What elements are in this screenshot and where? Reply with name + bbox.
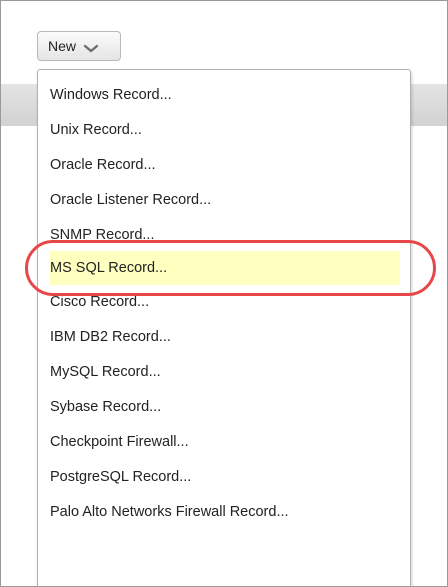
menu-item-label: Oracle Listener Record... <box>50 192 212 208</box>
menu-item-label: Cisco Record... <box>50 294 150 310</box>
menu-item-label: MS SQL Record... <box>50 260 168 276</box>
menu-item-label: Windows Record... <box>50 87 172 103</box>
menu-item-label: Unix Record... <box>50 122 142 138</box>
menu-item-mysql-record[interactable]: MySQL Record... <box>50 355 400 389</box>
menu-item-label: PostgreSQL Record... <box>50 469 192 485</box>
menu-item-unix-record[interactable]: Unix Record... <box>50 113 400 147</box>
new-dropdown-menu: Windows Record... Unix Record... Oracle … <box>37 69 411 586</box>
menu-item-label: IBM DB2 Record... <box>50 329 171 345</box>
menu-item-ms-sql-record[interactable]: MS SQL Record... <box>50 251 400 285</box>
menu-item-sybase-record[interactable]: Sybase Record... <box>50 390 400 424</box>
menu-item-cisco-record[interactable]: Cisco Record... <box>50 285 400 319</box>
menu-item-label: Oracle Record... <box>50 157 156 173</box>
new-button-label: New <box>48 38 77 54</box>
menu-item-label: Sybase Record... <box>50 399 162 415</box>
screenshot-frame: New Windows Record... Unix Record... Ora… <box>0 0 448 587</box>
menu-item-oracle-record[interactable]: Oracle Record... <box>50 148 400 182</box>
new-button[interactable]: New <box>37 31 121 61</box>
chevron-down-icon <box>83 41 99 53</box>
menu-item-checkpoint-firewall[interactable]: Checkpoint Firewall... <box>50 425 400 459</box>
menu-item-label: Palo Alto Networks Firewall Record... <box>50 504 289 520</box>
menu-item-label: MySQL Record... <box>50 364 161 380</box>
menu-item-snmp-record[interactable]: SNMP Record... <box>50 218 400 252</box>
menu-item-oracle-listener-record[interactable]: Oracle Listener Record... <box>50 183 400 217</box>
menu-item-palo-alto-firewall-record[interactable]: Palo Alto Networks Firewall Record... <box>50 495 400 529</box>
menu-item-label: SNMP Record... <box>50 227 155 243</box>
menu-item-label: Checkpoint Firewall... <box>50 434 189 450</box>
menu-item-postgresql-record[interactable]: PostgreSQL Record... <box>50 460 400 494</box>
menu-item-ibm-db2-record[interactable]: IBM DB2 Record... <box>50 320 400 354</box>
menu-item-windows-record[interactable]: Windows Record... <box>50 78 400 112</box>
